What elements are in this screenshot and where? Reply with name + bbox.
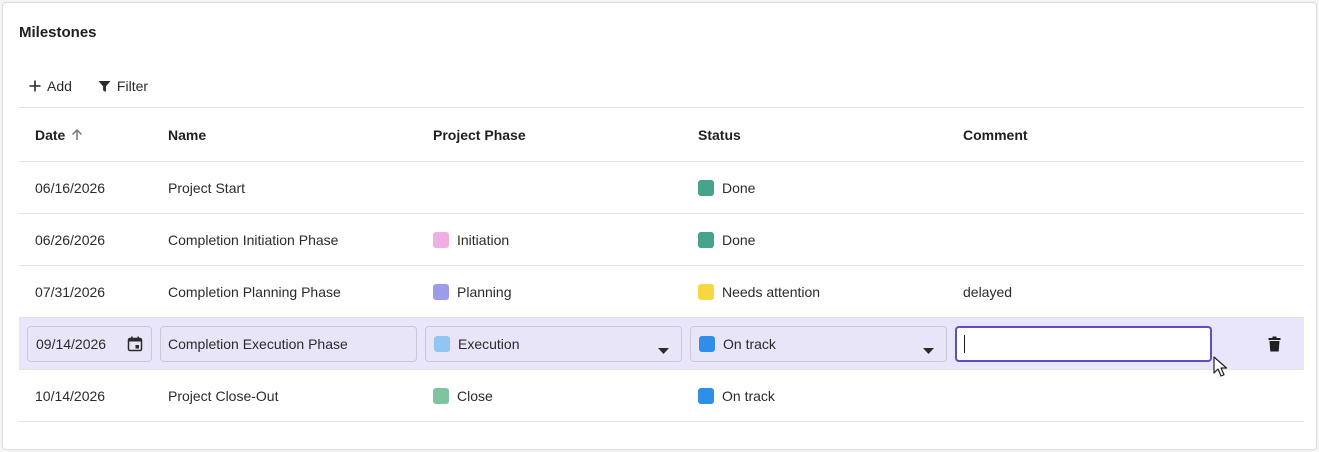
column-header-date-label: Date [35,126,66,143]
table-row[interactable]: 07/31/2026 Completion Planning Phase Pla… [19,265,1304,317]
status-cell[interactable]: On track [698,370,948,421]
grid-header: Date Name Project Phase Status Comment [19,107,1304,161]
phase-color-swatch [433,231,449,248]
status-color-swatch [699,336,715,352]
column-header-phase[interactable]: Project Phase [433,108,683,161]
phase-cell[interactable] [433,162,683,213]
phase-label: Planning [457,283,512,300]
phase-color-swatch [434,336,450,352]
caret-down-icon [923,341,934,357]
status-label: On track [722,387,775,404]
text-caret [964,335,965,353]
add-label: Add [47,78,72,94]
panel-title: Milestones [19,24,97,41]
milestones-panel: Milestones Add Filter Date Name Project … [2,2,1317,450]
comment-cell[interactable] [963,370,1213,421]
mouse-pointer-icon [1213,356,1228,383]
status-color-swatch [698,179,714,196]
caret-down-icon [658,341,669,357]
phase-select[interactable]: Execution [425,326,682,362]
status-cell[interactable]: Needs attention [698,266,948,317]
phase-select-value: Execution [458,336,520,352]
table-row[interactable]: 06/26/2026 Completion Initiation Phase I… [19,213,1304,265]
status-label: Done [722,231,756,248]
column-header-date[interactable]: Date [35,108,155,161]
phase-cell[interactable]: Initiation [433,214,683,265]
name-input[interactable]: Completion Execution Phase [160,326,417,362]
name-cell[interactable]: Project Close-Out [168,370,418,421]
phase-cell[interactable]: Close [433,370,683,421]
comment-cell[interactable] [963,162,1213,213]
name-cell[interactable]: Project Start [168,162,418,213]
date-input[interactable]: 09/14/2026 [27,326,152,362]
date-input-value: 09/14/2026 [36,336,107,352]
milestones-grid: Date Name Project Phase Status Comment 0… [19,107,1304,422]
arrow-up-icon [71,128,83,141]
phase-label: Initiation [457,231,510,248]
status-select[interactable]: On track [690,326,947,362]
status-label: Done [722,179,756,196]
filter-icon [98,80,111,93]
plus-icon [29,80,41,92]
column-header-name[interactable]: Name [168,108,418,161]
status-color-swatch [698,231,714,248]
table-row[interactable]: 10/14/2026 Project Close-Out Close On tr… [19,369,1304,422]
status-label: Needs attention [722,283,821,300]
status-color-swatch [698,283,714,300]
calendar-icon[interactable] [127,336,143,355]
column-header-comment[interactable]: Comment [963,108,1213,161]
comment-cell[interactable] [963,214,1213,265]
comment-cell[interactable]: delayed [963,266,1213,317]
comment-input[interactable] [955,326,1212,362]
date-cell[interactable]: 06/26/2026 [35,214,155,265]
date-cell[interactable]: 10/14/2026 [35,370,155,421]
status-cell[interactable]: Done [698,162,948,213]
status-cell[interactable]: Done [698,214,948,265]
table-row-editing[interactable]: 09/14/2026 Completion Execution Phase Ex… [19,317,1304,369]
phase-color-swatch [433,387,449,404]
name-cell[interactable]: Completion Initiation Phase [168,214,418,265]
name-cell[interactable]: Completion Planning Phase [168,266,418,317]
phase-color-swatch [433,283,449,300]
phase-label: Close [457,387,493,404]
status-select-value: On track [723,336,776,352]
table-row[interactable]: 06/16/2026 Project Start Done [19,161,1304,213]
add-button[interactable]: Add [23,74,78,98]
phase-cell[interactable]: Planning [433,266,683,317]
trash-icon[interactable] [1268,336,1281,357]
date-cell[interactable]: 07/31/2026 [35,266,155,317]
column-header-status[interactable]: Status [698,108,948,161]
filter-button[interactable]: Filter [92,74,154,98]
status-color-swatch [698,387,714,404]
toolbar: Add Filter [23,73,168,99]
filter-label: Filter [116,78,149,94]
date-cell[interactable]: 06/16/2026 [35,162,155,213]
